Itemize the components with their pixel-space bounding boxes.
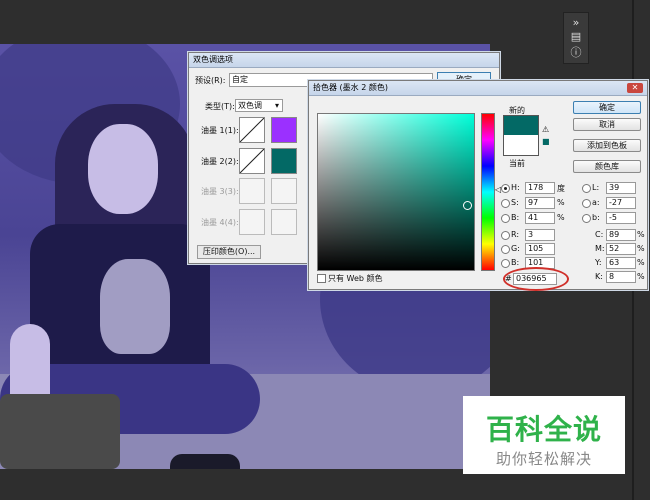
y-label: Y: — [595, 258, 602, 267]
info-icon[interactable]: ⓘ — [570, 47, 582, 59]
skull-print — [100, 259, 170, 354]
ink3-curve — [239, 178, 265, 204]
watermark-sub-text: 助你轻松解决 — [495, 450, 592, 468]
k-input[interactable]: 8 — [606, 271, 636, 283]
ink4-curve — [239, 209, 265, 235]
m-input[interactable]: 52 — [606, 243, 636, 255]
b-label: B: — [511, 213, 520, 222]
watermark-logo: 百科全说 助你轻松解决 — [463, 396, 625, 474]
k-label: K: — [595, 272, 603, 281]
h-label: H: — [511, 183, 520, 192]
properties-icon[interactable]: ▤ — [570, 31, 582, 43]
radio-lab-b[interactable] — [582, 214, 591, 223]
radio-b[interactable] — [501, 214, 510, 223]
overprint-colors-button[interactable]: 压印颜色(O)... — [197, 245, 261, 259]
collapse-icon[interactable]: » — [570, 17, 582, 29]
l-input[interactable]: 39 — [606, 182, 636, 194]
k-unit: % — [637, 272, 645, 281]
hue-slider[interactable] — [481, 113, 495, 271]
gamut-warning-icon[interactable]: ⚠ — [542, 125, 549, 134]
b-input[interactable]: 41 — [525, 212, 555, 224]
color-field-marker[interactable] — [463, 201, 472, 210]
web-only-checkbox[interactable] — [317, 274, 326, 283]
r-input[interactable]: 3 — [525, 229, 555, 241]
ink1-swatch[interactable] — [271, 117, 297, 143]
g-input[interactable]: 105 — [525, 243, 555, 255]
chevron-down-icon: ▾ — [274, 101, 279, 110]
h-input[interactable]: 178 — [525, 182, 555, 194]
m-unit: % — [637, 244, 645, 253]
g-label: G: — [511, 244, 520, 253]
radio-l[interactable] — [582, 184, 591, 193]
type-value: 双色调 — [238, 101, 262, 110]
preset-label: 预设(R): — [195, 76, 226, 85]
b-unit: % — [557, 213, 565, 222]
picker-cancel-button[interactable]: 取消 — [573, 118, 641, 131]
add-to-swatches-button[interactable]: 添加到色板 — [573, 139, 641, 152]
skateboard — [0, 394, 120, 469]
lab-b-label: b: — [592, 213, 600, 222]
side-panel-strip: » ▤ ⓘ — [563, 12, 589, 64]
ink4-label: 油墨 4(4): — [201, 218, 239, 227]
color-libraries-button[interactable]: 颜色库 — [573, 160, 641, 173]
blue-label: B: — [511, 258, 520, 267]
c-label: C: — [595, 230, 604, 239]
s-label: S: — [511, 198, 519, 207]
m-label: M: — [595, 244, 605, 253]
radio-s[interactable] — [501, 199, 510, 208]
picker-title: 拾色器 (墨水 2 颜色) — [309, 81, 647, 96]
lab-b-input[interactable]: -5 — [606, 212, 636, 224]
a-input[interactable]: -27 — [606, 197, 636, 209]
ink1-label: 油墨 1(1): — [201, 126, 239, 135]
s-unit: % — [557, 198, 565, 207]
web-safe-warning-icon[interactable]: ■ — [542, 137, 550, 146]
ink3-label: 油墨 3(3): — [201, 187, 239, 196]
color-field[interactable] — [317, 113, 475, 271]
radio-g[interactable] — [501, 245, 510, 254]
type-label: 类型(T): — [205, 102, 235, 111]
y-unit: % — [637, 258, 645, 267]
web-only-label: 只有 Web 颜色 — [328, 274, 383, 283]
duotone-title: 双色调选项 — [189, 53, 499, 68]
ink1-curve[interactable] — [239, 117, 265, 143]
ink2-curve[interactable] — [239, 148, 265, 174]
hex-highlight-circle — [503, 267, 569, 291]
r-label: R: — [511, 230, 520, 239]
new-color-preview — [503, 115, 539, 137]
radio-h[interactable] — [501, 184, 510, 193]
ink3-swatch — [271, 178, 297, 204]
current-label: 当前 — [509, 159, 525, 168]
radio-a[interactable] — [582, 199, 591, 208]
c-input[interactable]: 89 — [606, 229, 636, 241]
close-icon[interactable]: ✕ — [627, 83, 643, 93]
radio-blue[interactable] — [501, 259, 510, 268]
h-unit: 度 — [557, 184, 565, 193]
color-picker-dialog: 拾色器 (墨水 2 颜色) ✕ ◁ 新的 当前 ■ ⚠ 确定 取消 添加到色板 … — [308, 80, 648, 291]
a-label: a: — [592, 198, 600, 207]
s-input[interactable]: 97 — [525, 197, 555, 209]
type-select[interactable]: 双色调 ▾ — [235, 99, 283, 112]
l-label: L: — [592, 183, 600, 192]
ink2-swatch[interactable] — [271, 148, 297, 174]
radio-r[interactable] — [501, 231, 510, 240]
y-input[interactable]: 63 — [606, 257, 636, 269]
ink2-label: 油墨 2(2): — [201, 157, 239, 166]
ink4-swatch — [271, 209, 297, 235]
watermark-main-text: 百科全说 — [485, 413, 602, 446]
picker-ok-button[interactable]: 确定 — [573, 101, 641, 114]
c-unit: % — [637, 230, 645, 239]
current-color-preview[interactable] — [503, 135, 539, 156]
